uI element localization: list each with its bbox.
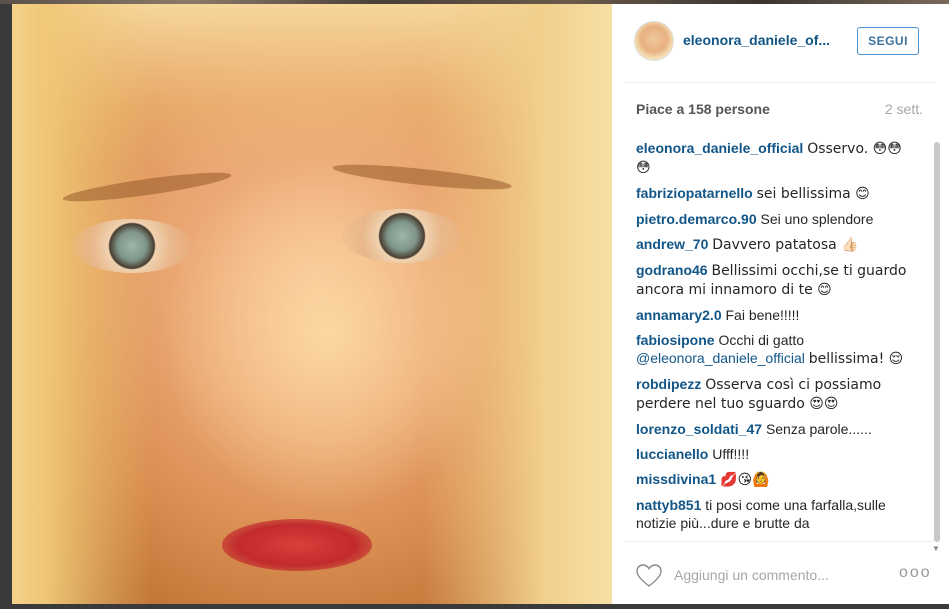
post-time[interactable]: 2 sett. (885, 101, 923, 117)
comment-username[interactable]: pietro.demarco.90 (636, 211, 757, 227)
comment-text-after: bellissima! 😌 (808, 351, 904, 367)
photo-lips (222, 519, 372, 571)
likes-row: Piace a 158 persone 2 sett. (636, 101, 923, 119)
comment-item: godrano46 Bellissimi occhi,se ti guardo … (636, 261, 913, 299)
comment-item: annamary2.0 Fai bene!!!!! (636, 306, 913, 324)
comment-username[interactable]: godrano46 (636, 262, 708, 278)
comment-item: robdipezz Osserva così ci possiamo perde… (636, 375, 913, 413)
author-username[interactable]: eleonora_daniele_of... (683, 32, 830, 48)
post-photo[interactable] (12, 4, 612, 604)
follow-button[interactable]: SEGUI (857, 27, 919, 55)
comment-text: 💋😘🙆 (720, 472, 770, 488)
photo-left-eye (72, 219, 192, 273)
comment-text: Occhi di gatto (718, 332, 805, 348)
comment-item: luccianello Ufff!!!! (636, 445, 913, 463)
comment-item: fabiosipone Occhi di gatto @eleonora_dan… (636, 331, 913, 368)
comment-item: missdivina1 💋😘🙆 (636, 470, 913, 489)
like-heart-icon[interactable] (636, 564, 662, 588)
comment-username[interactable]: fabiosipone (636, 332, 715, 348)
photo-face-glow (162, 154, 492, 514)
author-avatar[interactable] (634, 21, 674, 61)
more-options-icon[interactable]: ooo (899, 564, 932, 582)
comment-text: Fai bene!!!!! (725, 307, 800, 323)
comment-username[interactable]: andrew_70 (636, 236, 708, 252)
comment-item: andrew_70 Davvero patatosa 👍🏻 (636, 235, 913, 254)
comment-username[interactable]: missdivina1 (636, 471, 716, 487)
add-comment-input[interactable] (674, 564, 874, 586)
post-side-panel: eleonora_daniele_of... SEGUI Piace a 158… (612, 4, 949, 604)
comment-mention[interactable]: @eleonora_daniele_official (636, 350, 805, 366)
comment-username[interactable]: lorenzo_soldati_47 (636, 421, 762, 437)
comments-list: eleonora_daniele_official Osservo. 😳😳😳 f… (636, 139, 913, 539)
comment-item: pietro.demarco.90 Sei uno splendore (636, 210, 913, 228)
comment-text: Senza parole...... (765, 421, 872, 437)
photo-hair-left (12, 4, 152, 604)
post-footer: ooo (624, 541, 936, 605)
comment-text: sei bellissima 😊 (756, 186, 870, 202)
comments-scrollbar[interactable] (934, 142, 940, 542)
comment-text: Ufff!!!! (712, 446, 750, 462)
comment-text: Sei uno splendore (760, 211, 874, 227)
comment-username[interactable]: annamary2.0 (636, 307, 722, 323)
comment-item: lorenzo_soldati_47 Senza parole...... (636, 420, 913, 438)
comment-item: fabriziopatarnello sei bellissima 😊 (636, 184, 913, 203)
comment-item: nattyb851 ti posi come una farfalla,sull… (636, 496, 913, 532)
comment-username[interactable]: luccianello (636, 446, 708, 462)
comment-text: Davvero patatosa 👍🏻 (712, 237, 859, 253)
comment-item: eleonora_daniele_official Osservo. 😳😳😳 (636, 139, 913, 177)
post-header: eleonora_daniele_of... SEGUI (624, 4, 936, 83)
likes-count[interactable]: Piace a 158 persone (636, 101, 770, 117)
comment-username[interactable]: robdipezz (636, 376, 701, 392)
photo-right-eye (342, 209, 462, 263)
comment-username[interactable]: nattyb851 (636, 497, 701, 513)
comment-username[interactable]: eleonora_daniele_official (636, 140, 803, 156)
comment-username[interactable]: fabriziopatarnello (636, 185, 753, 201)
